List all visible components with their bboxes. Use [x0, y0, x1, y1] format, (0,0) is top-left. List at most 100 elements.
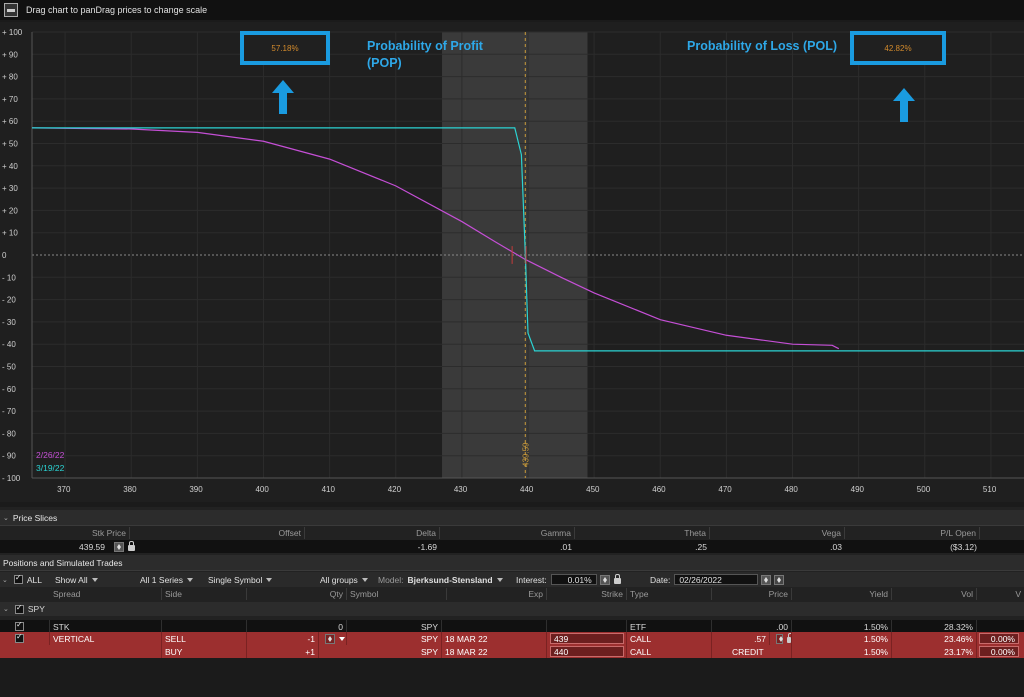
header-pl-open: P/L Open	[845, 527, 980, 539]
show-all-dropdown[interactable]: Show All	[55, 572, 98, 587]
cell-exp[interactable]: 18 MAR 22	[442, 645, 547, 658]
vega-value: .03	[830, 541, 842, 552]
lock-icon[interactable]	[613, 573, 621, 584]
pop-value: 57.18%	[271, 43, 299, 53]
collapse-chevron-icon[interactable]: ⌄	[3, 514, 9, 522]
cell-qty[interactable]: +1	[247, 645, 319, 658]
group-checkbox[interactable]	[14, 603, 24, 614]
y-tick-label: + 30	[2, 184, 18, 193]
x-tick-label: 420	[388, 485, 402, 494]
groups-dropdown[interactable]: All groups	[320, 572, 368, 587]
date-spinner-icon[interactable]	[761, 574, 772, 585]
cell-type[interactable]: CALL	[627, 632, 712, 645]
legend-date-now: 2/26/22	[36, 450, 65, 460]
model-label: Model:	[378, 574, 404, 585]
app-window: Drag chart to panDrag prices to change s…	[0, 0, 1024, 697]
group-spy[interactable]: ⌄ SPY	[0, 602, 200, 616]
cell-type[interactable]: CALL	[627, 645, 712, 658]
col-vol[interactable]: Vol	[892, 588, 977, 600]
strike-input[interactable]: 440	[550, 646, 624, 657]
cell-strike[interactable]: 440	[545, 645, 627, 658]
y-tick-label: + 70	[2, 95, 18, 104]
group-row-spy[interactable]: ⌄ SPY	[0, 602, 1024, 616]
pl-open-value: ($3.12)	[950, 541, 977, 552]
table-row[interactable]: BUY +1 SPY 18 MAR 22 440 CALL CREDIT 1.5…	[0, 645, 1024, 658]
risk-profile-chart[interactable]: + 100 + 90 + 80 + 70 + 60 + 50 + 40 + 30 + 20 + 1…	[0, 22, 1024, 502]
pol-value: 42.82%	[884, 43, 912, 53]
cell-side[interactable]: BUY	[162, 645, 247, 658]
header-gamma: Gamma	[440, 527, 575, 539]
dropdown-arrow-icon[interactable]	[339, 636, 345, 641]
row-checkbox[interactable]	[15, 632, 24, 643]
price-slices-header[interactable]: ⌄ Price Slices	[0, 510, 1024, 526]
y-tick-label: + 100	[2, 28, 23, 37]
cell-qty[interactable]: -1	[247, 632, 319, 645]
row-checkbox[interactable]	[15, 620, 24, 631]
interest-label: Interest:	[516, 574, 547, 585]
y-tick-label: + 20	[2, 206, 18, 215]
price-slices-values-row: 439.59 -1.69 .01 .25 .03 ($3.12)	[0, 540, 1024, 553]
collapse-chevron-icon[interactable]: ⌄	[3, 605, 9, 613]
col-price[interactable]: Price	[712, 588, 792, 600]
lock-icon[interactable]	[786, 632, 791, 643]
interest-spinner-icon[interactable]	[599, 574, 610, 585]
col-qty[interactable]: Qty	[247, 588, 347, 600]
x-tick-label: 500	[917, 485, 931, 494]
symbol-mode-dropdown[interactable]: Single Symbol	[208, 572, 273, 587]
all-toggle[interactable]: ⌄ ALL	[2, 572, 42, 587]
y-tick-label: 0	[2, 251, 7, 260]
stk-price-value[interactable]: 439.59	[0, 540, 108, 553]
positions-header[interactable]: Positions and Simulated Trades	[0, 555, 1024, 571]
collapse-chevron-icon[interactable]: ⌄	[2, 576, 8, 584]
pol-value-box: 42.82%	[850, 31, 946, 65]
theta-value: .25	[695, 541, 707, 552]
interest-control: Interest: 0.01%	[516, 572, 621, 587]
group-label: SPY	[27, 604, 45, 614]
positions-column-headers: Spread Side Qty Symbol Exp Strike Type P…	[0, 588, 1024, 600]
y-tick-label: - 50	[2, 363, 16, 372]
col-v[interactable]: V	[977, 588, 1024, 600]
cell-price[interactable]: .57	[712, 632, 770, 645]
header-delta: Delta	[305, 527, 440, 539]
col-spread[interactable]: Spread	[50, 588, 162, 600]
y-tick-label: - 100	[2, 474, 21, 483]
strike-input[interactable]: 439	[550, 633, 624, 644]
col-strike[interactable]: Strike	[547, 588, 627, 600]
all-checkbox[interactable]	[13, 573, 23, 584]
model-dropdown[interactable]: Model: Bjerksund-Stensland	[378, 572, 503, 587]
cell-strike[interactable]: 439	[545, 632, 627, 645]
cell-vol: 23.46%	[892, 632, 977, 645]
date-input[interactable]: 02/26/2022	[674, 574, 759, 585]
chart-icon[interactable]	[4, 3, 18, 17]
col-symbol[interactable]: Symbol	[347, 588, 447, 600]
interest-input[interactable]: 0.01%	[550, 574, 597, 585]
col-yield[interactable]: Yield	[792, 588, 892, 600]
positions-toolbar: ⌄ ALL Show All All 1 Series Single Symbo…	[0, 572, 1024, 587]
price-controls[interactable]	[770, 632, 792, 645]
cell-spread[interactable]: VERTICAL	[50, 632, 162, 645]
dropdown-arrow-icon	[187, 577, 193, 582]
extra-value: 0.00%	[979, 633, 1019, 644]
qty-spinner-icon[interactable]	[325, 633, 335, 644]
x-tick-label: 390	[189, 485, 203, 494]
x-tick-label: 490	[851, 485, 865, 494]
col-side[interactable]: Side	[162, 588, 247, 600]
cell-exp[interactable]: 18 MAR 22	[442, 632, 547, 645]
spinner-icon[interactable]	[114, 541, 124, 552]
cell-side[interactable]: SELL	[162, 632, 247, 645]
table-row[interactable]: VERTICAL SELL -1 SPY 18 MAR 22 439 CALL …	[0, 632, 1024, 645]
cell-price: CREDIT	[712, 645, 792, 658]
price-spinner-icon[interactable]	[776, 633, 783, 644]
pop-arrow-icon	[272, 80, 294, 114]
price-slices-title: Price Slices	[12, 512, 58, 523]
stk-price-controls[interactable]	[108, 540, 138, 553]
col-exp[interactable]: Exp	[447, 588, 547, 600]
calendar-icon[interactable]	[774, 574, 785, 585]
lock-icon[interactable]	[128, 540, 135, 551]
row-checkbox-cell[interactable]	[12, 632, 50, 645]
pl-chart-svg[interactable]: + 100+ 90+ 80+ 70+ 60+ 50+ 40+ 30+ 20+ 1…	[0, 22, 1024, 502]
series-dropdown[interactable]: All 1 Series	[140, 572, 193, 587]
col-type[interactable]: Type	[627, 588, 712, 600]
qty-controls[interactable]	[319, 632, 347, 645]
cell-yield: 1.50%	[792, 645, 892, 658]
